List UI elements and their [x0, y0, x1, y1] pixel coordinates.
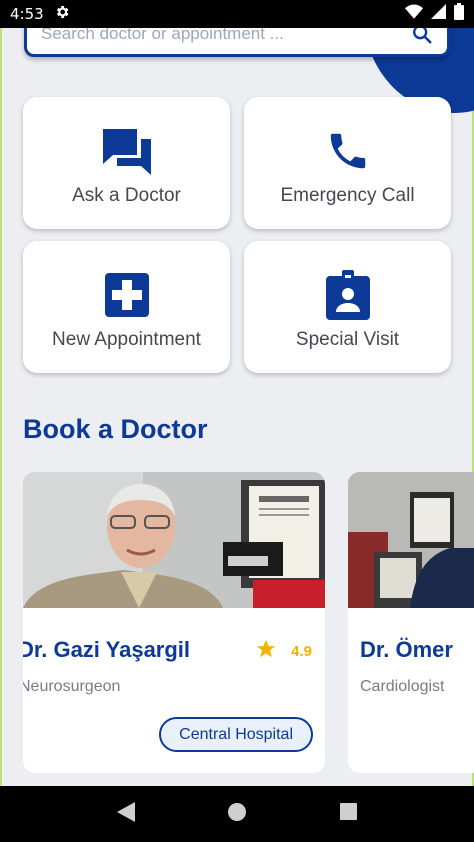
- ask-doctor-label: Ask a Doctor: [72, 185, 181, 206]
- new-appointment-label: New Appointment: [52, 329, 201, 350]
- doctor-rating: 4.9: [255, 638, 312, 665]
- back-icon[interactable]: [116, 801, 135, 827]
- edge-accent-left: [0, 28, 2, 786]
- doctor-photo: [23, 472, 325, 608]
- doctor-photo: [348, 472, 474, 608]
- section-title: Book a Doctor: [23, 414, 208, 444]
- emergency-call-tile[interactable]: Emergency Call: [244, 97, 451, 229]
- hospital-button[interactable]: Central Hospital: [159, 717, 313, 752]
- battery-icon: [454, 3, 464, 25]
- home-screen: Search doctor or appointment ... Ask a D…: [0, 28, 474, 786]
- chat-icon: [101, 125, 153, 177]
- doctor-specialty: Cardiologist: [360, 678, 445, 695]
- special-visit-tile[interactable]: Special Visit: [244, 241, 451, 373]
- settings-gear-icon: [54, 4, 70, 25]
- phone-icon: [325, 125, 371, 177]
- search-input[interactable]: Search doctor or appointment ...: [24, 28, 450, 57]
- ask-doctor-tile[interactable]: Ask a Doctor: [23, 97, 230, 229]
- status-bar: 4:53: [0, 0, 474, 28]
- signal-icon: [431, 4, 446, 24]
- special-visit-label: Special Visit: [295, 329, 400, 350]
- search-placeholder: Search doctor or appointment ...: [41, 28, 284, 43]
- doctor-specialty: Neurosurgeon: [23, 678, 121, 695]
- doctor-name: Dr. Gazi Yaşargil: [23, 637, 191, 662]
- search-icon[interactable]: [411, 28, 433, 45]
- recents-icon[interactable]: [340, 803, 358, 825]
- badge-icon: [325, 269, 370, 321]
- emergency-call-label: Emergency Call: [280, 185, 415, 206]
- rating-value: 4.9: [291, 643, 312, 660]
- new-appointment-tile[interactable]: New Appointment: [23, 241, 230, 373]
- navigation-bar: [0, 786, 474, 842]
- home-icon[interactable]: [228, 802, 247, 826]
- status-time: 4:53: [10, 5, 44, 23]
- wifi-icon: [405, 4, 423, 25]
- medical-cross-icon: [104, 269, 149, 321]
- doctor-card[interactable]: Dr. Gazi Yaşargil Neurosurgeon 4.9 Centr…: [23, 472, 325, 773]
- star-icon: [255, 638, 277, 665]
- doctor-card[interactable]: Dr. Ömer Cardiologist: [348, 472, 474, 773]
- doctor-name: Dr. Ömer: [360, 637, 453, 662]
